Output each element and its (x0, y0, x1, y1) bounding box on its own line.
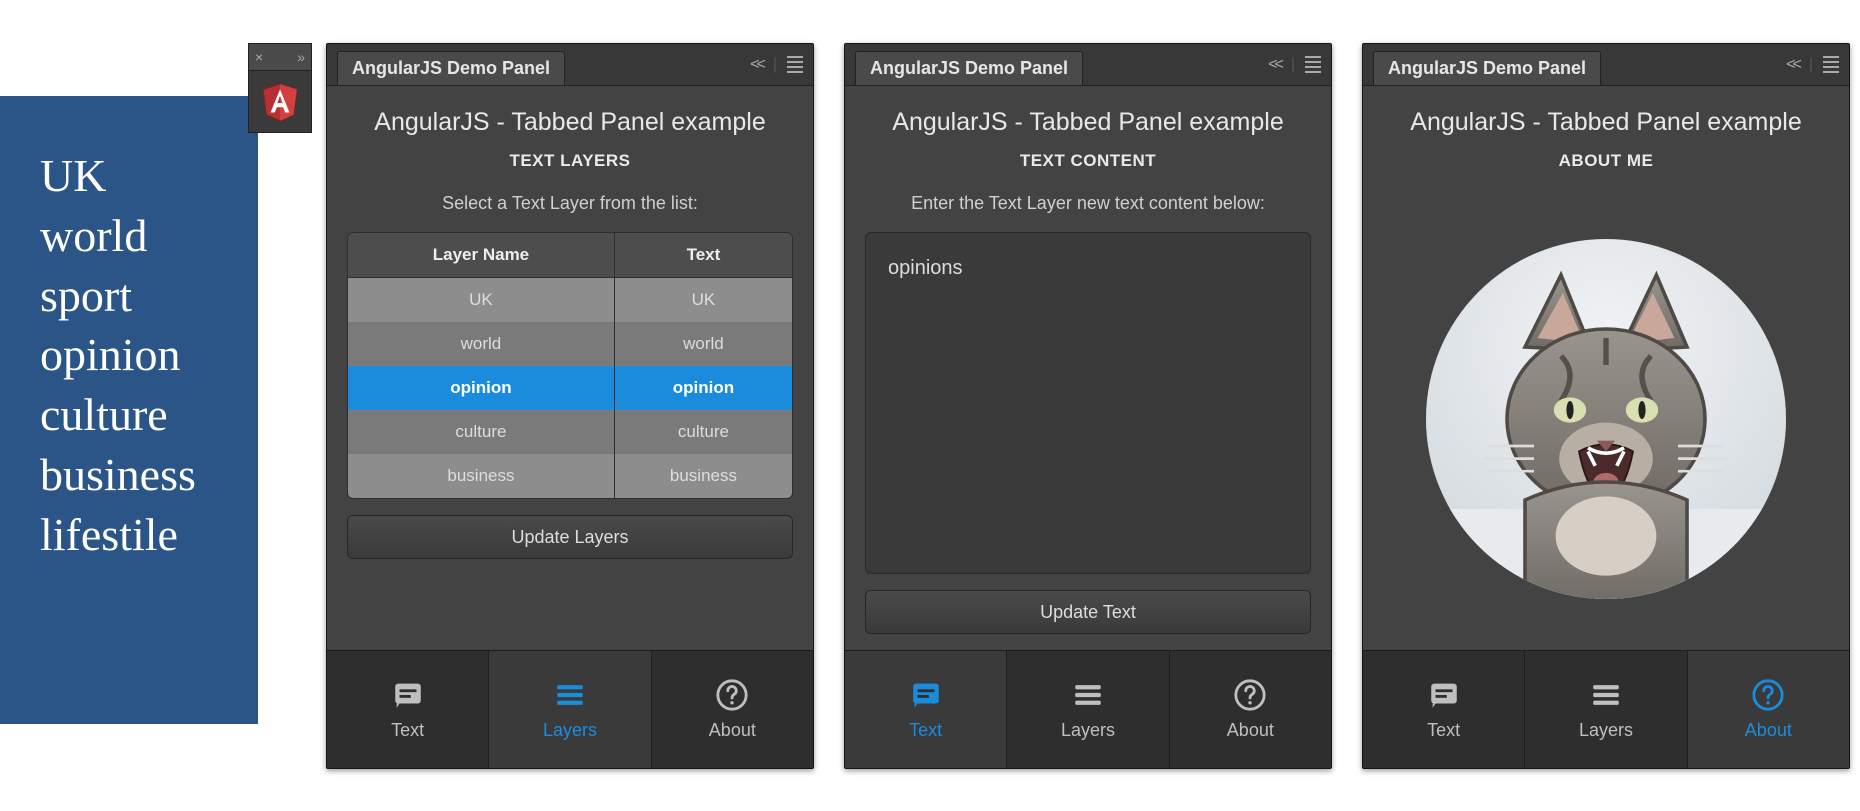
expand-icon[interactable]: » (297, 49, 305, 65)
question-icon (1233, 678, 1267, 712)
panel-subheading: ABOUT ME (1383, 151, 1829, 171)
nav-text[interactable]: Text (327, 651, 489, 768)
panel-heading: AngularJS - Tabbed Panel example (347, 108, 793, 137)
panel-title: AngularJS Demo Panel (1373, 51, 1601, 85)
panel-titlebar: AngularJS Demo Panel << | (845, 44, 1331, 86)
nav-about-label: About (1745, 720, 1792, 741)
separator: | (1291, 56, 1295, 74)
bottom-nav: Text Layers About (845, 650, 1331, 768)
nav-layers[interactable]: Layers (1007, 651, 1169, 768)
layers-icon (553, 678, 587, 712)
update-layers-button[interactable]: Update Layers (347, 515, 793, 559)
cell-layer-name: UK (348, 278, 614, 323)
nav-layers-label: Layers (1061, 720, 1115, 741)
sidebar-word: sport (40, 266, 228, 326)
table-row[interactable]: UKUK (348, 278, 792, 323)
table-row[interactable]: cultureculture (348, 410, 792, 454)
text-icon (391, 678, 425, 712)
table-row[interactable]: worldworld (348, 322, 792, 366)
panel-titlebar: AngularJS Demo Panel << | (327, 44, 813, 86)
cell-layer-name: world (348, 322, 614, 366)
bottom-nav: Text Layers About (1363, 650, 1849, 768)
layers-table: Layer Name Text UKUKworldworldopinionopi… (347, 232, 793, 499)
cell-layer-name: culture (348, 410, 614, 454)
cell-layer-name: business (348, 454, 614, 498)
panel-subheading: TEXT CONTENT (865, 151, 1311, 171)
separator: | (1809, 56, 1813, 74)
nav-text[interactable]: Text (845, 651, 1007, 768)
text-content-input[interactable]: opinions (865, 232, 1311, 574)
separator: | (773, 56, 777, 74)
angular-logo-icon (248, 71, 312, 133)
collapse-icon[interactable]: << (750, 56, 763, 74)
panel-title: AngularJS Demo Panel (855, 51, 1083, 85)
avatar-container (1383, 193, 1829, 634)
sidebar-word: culture (40, 385, 228, 445)
dock-tab-bar: × » (248, 43, 312, 71)
nav-text-label: Text (1427, 720, 1460, 741)
cell-text: culture (614, 410, 792, 454)
panel-titlebar: AngularJS Demo Panel << | (1363, 44, 1849, 86)
panel-subheading: TEXT LAYERS (347, 151, 793, 171)
nav-about[interactable]: About (1688, 651, 1849, 768)
panel-heading: AngularJS - Tabbed Panel example (1383, 108, 1829, 137)
panel-text: AngularJS Demo Panel << | AngularJS - Ta… (844, 43, 1332, 769)
nav-text-label: Text (909, 720, 942, 741)
nav-about-label: About (709, 720, 756, 741)
panel-instruction: Select a Text Layer from the list: (347, 193, 793, 214)
dock-tab: × » (248, 43, 312, 133)
panel-about: AngularJS Demo Panel << | AngularJS - Ta… (1362, 43, 1850, 769)
text-icon (1427, 678, 1461, 712)
nav-text-label: Text (391, 720, 424, 741)
layers-icon (1071, 678, 1105, 712)
panel-layers: AngularJS Demo Panel << | AngularJS - Ta… (326, 43, 814, 769)
menu-icon[interactable] (1305, 56, 1321, 73)
avatar-image (1426, 239, 1786, 599)
layers-icon (1589, 678, 1623, 712)
bottom-nav: Text Layers About (327, 650, 813, 768)
cell-text: world (614, 322, 792, 366)
nav-layers-label: Layers (1579, 720, 1633, 741)
update-text-button[interactable]: Update Text (865, 590, 1311, 634)
cell-text: business (614, 454, 792, 498)
panel-instruction: Enter the Text Layer new text content be… (865, 193, 1311, 214)
sidebar-word: UK (40, 146, 228, 206)
sidebar-wordlist: UK world sport opinion culture business … (0, 96, 258, 724)
table-header-layer-name: Layer Name (348, 233, 614, 278)
collapse-icon[interactable]: << (1786, 56, 1799, 74)
nav-about[interactable]: About (652, 651, 813, 768)
nav-layers-label: Layers (543, 720, 597, 741)
question-icon (715, 678, 749, 712)
panel-heading: AngularJS - Tabbed Panel example (865, 108, 1311, 137)
table-row[interactable]: businessbusiness (348, 454, 792, 498)
nav-text[interactable]: Text (1363, 651, 1525, 768)
close-icon[interactable]: × (255, 49, 263, 65)
question-icon (1751, 678, 1785, 712)
text-icon (909, 678, 943, 712)
nav-layers[interactable]: Layers (489, 651, 651, 768)
menu-icon[interactable] (787, 56, 803, 73)
cell-text: opinion (614, 366, 792, 410)
nav-about-label: About (1227, 720, 1274, 741)
table-row[interactable]: opinionopinion (348, 366, 792, 410)
sidebar-word: lifestile (40, 505, 228, 565)
collapse-icon[interactable]: << (1268, 56, 1281, 74)
nav-layers[interactable]: Layers (1525, 651, 1687, 768)
sidebar-word: world (40, 206, 228, 266)
cell-text: UK (614, 278, 792, 323)
cell-layer-name: opinion (348, 366, 614, 410)
table-header-text: Text (614, 233, 792, 278)
sidebar-word: business (40, 445, 228, 505)
menu-icon[interactable] (1823, 56, 1839, 73)
panel-title: AngularJS Demo Panel (337, 51, 565, 85)
sidebar-word: opinion (40, 325, 228, 385)
nav-about[interactable]: About (1170, 651, 1331, 768)
